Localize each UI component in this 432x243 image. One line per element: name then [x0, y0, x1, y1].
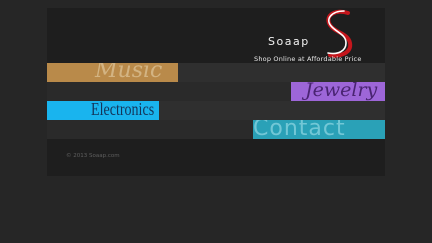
- tagline: Shop Online at Affordable Price: [254, 55, 362, 63]
- nav-item-music[interactable]: Music: [47, 63, 178, 82]
- nav-row-contact: Contact: [47, 120, 385, 139]
- nav-item-music-label: Music: [95, 63, 163, 82]
- soaap-s-logo-icon[interactable]: [318, 9, 358, 59]
- nav-item-electronics[interactable]: Electronics: [47, 101, 159, 120]
- nav-item-contact[interactable]: Contact: [253, 120, 385, 139]
- nav-item-electronics-label: Electronics: [91, 101, 155, 119]
- brand-name[interactable]: Soaap: [268, 35, 310, 48]
- nav-row-music: Music: [47, 63, 385, 82]
- nav-item-jewelry[interactable]: Jewelry: [291, 82, 385, 101]
- nav-row-electronics: Electronics: [47, 101, 385, 120]
- nav-item-jewelry-label: Jewelry: [305, 82, 378, 101]
- nav-item-contact-label: Contact: [253, 120, 346, 139]
- footer-copyright: © 2013 Soaap.com: [66, 153, 120, 159]
- nav-row-jewelry: Jewelry: [47, 82, 385, 101]
